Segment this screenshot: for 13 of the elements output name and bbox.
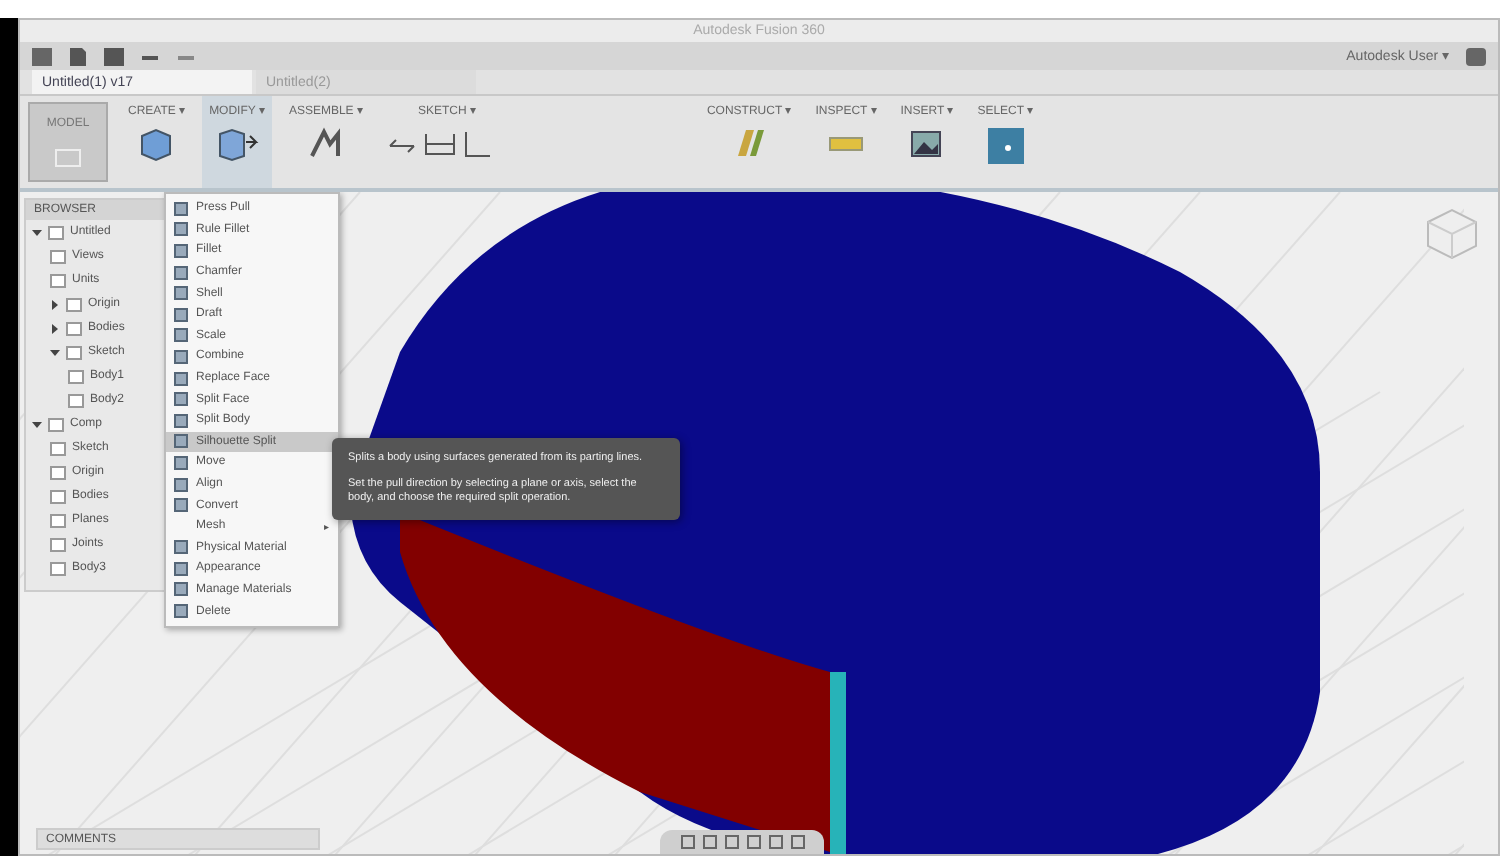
- expand-arrow-icon[interactable]: [50, 347, 60, 357]
- expand-arrow-icon[interactable]: [50, 323, 60, 333]
- joint-icon: [305, 126, 346, 162]
- workspace-icon: [54, 147, 82, 167]
- select-icon: [985, 126, 1026, 166]
- press-pull-icon: [215, 126, 259, 162]
- box-icon: [138, 126, 175, 162]
- expand-arrow-icon[interactable]: [32, 227, 42, 237]
- expand-arrow-icon[interactable]: [50, 299, 60, 309]
- expand-arrow-icon[interactable]: [32, 419, 42, 429]
- file-icon[interactable]: [68, 47, 88, 65]
- image-icon: [908, 126, 945, 162]
- help-icon[interactable]: [1466, 47, 1486, 65]
